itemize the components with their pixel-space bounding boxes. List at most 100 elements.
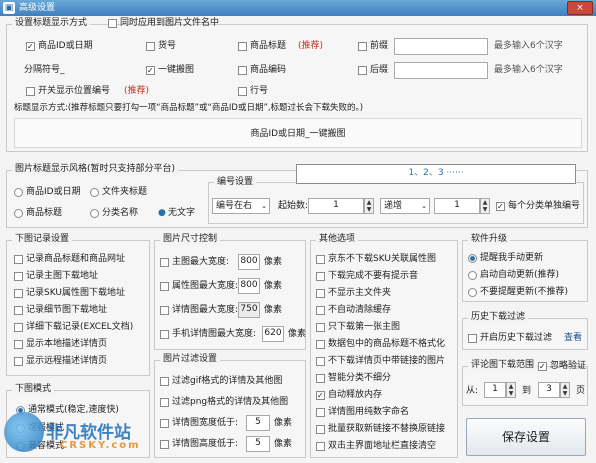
download-log-checkbox[interactable] — [14, 306, 23, 318]
size-unit: 像素 — [288, 329, 307, 339]
other-option-checkbox[interactable] — [316, 425, 325, 437]
step-stepper[interactable]: ▲ ▼ — [480, 198, 490, 214]
filter-unit: 像素 — [274, 439, 293, 449]
position-select[interactable]: 编号在右 ⌄ — [212, 198, 270, 214]
upgrade-opt3-radio[interactable] — [468, 288, 477, 300]
other-option-checkbox[interactable] — [316, 374, 325, 386]
step-select-value: 递增 — [384, 201, 403, 211]
history-filter-checkbox[interactable] — [468, 334, 477, 346]
download-log-checkbox[interactable] — [14, 357, 23, 369]
filter-label: 详情图宽度低于: — [172, 418, 239, 428]
size-input[interactable]: 620 — [262, 326, 284, 342]
switch-pos-checkbox[interactable] — [26, 87, 35, 99]
prefix-input[interactable] — [394, 38, 488, 55]
download-log-checkbox[interactable] — [14, 340, 23, 352]
filter-checkbox[interactable] — [160, 419, 169, 431]
suffix-label: 后缀 — [370, 65, 389, 75]
product-code-label: 商品编码 — [250, 65, 287, 75]
filter-checkbox[interactable] — [160, 398, 169, 410]
download-log-label: 记录商品标题和商品网址 — [26, 254, 126, 264]
size-checkbox[interactable] — [160, 282, 169, 294]
step-select[interactable]: 递增 ⌄ — [380, 198, 430, 214]
download-log-label: 记录SKU属性图下载地址 — [26, 288, 125, 298]
comment-range-title: 评论图下载范围 — [468, 360, 538, 371]
upgrade-opt1-radio[interactable] — [468, 254, 477, 266]
size-input[interactable]: 750 — [238, 302, 260, 318]
item-no-checkbox[interactable] — [146, 42, 155, 54]
style-opt5-selected-dot[interactable]: ● — [158, 208, 166, 219]
download-log-label: 详细下载记录(EXCEL文档) — [26, 322, 134, 332]
other-option-checkbox[interactable] — [316, 306, 325, 318]
upgrade-opt2-radio[interactable] — [468, 271, 477, 283]
other-option-checkbox[interactable] — [316, 323, 325, 335]
close-button[interactable]: × — [567, 1, 593, 15]
to-stepper[interactable]: ▲ ▼ — [560, 382, 570, 398]
suffix-hint: 最多输入6个汉字 — [494, 65, 563, 75]
history-view-link[interactable]: 查看 — [564, 333, 582, 344]
from-input[interactable]: 1 — [484, 382, 506, 398]
size-checkbox[interactable] — [160, 258, 169, 270]
other-option-checkbox[interactable] — [316, 272, 325, 284]
product-code-checkbox[interactable] — [238, 66, 247, 78]
to-input[interactable]: 3 — [538, 382, 560, 398]
filter-unit: 像素 — [274, 418, 293, 428]
size-checkbox[interactable] — [160, 306, 169, 318]
line-no-label: 行号 — [250, 86, 269, 96]
download-log-checkbox[interactable] — [14, 323, 23, 335]
style-opt2-radio[interactable] — [90, 188, 99, 200]
other-option-checkbox[interactable] — [316, 289, 325, 301]
per-category-checkbox[interactable] — [496, 202, 505, 214]
upgrade-opt2-label: 启动自动更新(推荐) — [480, 270, 560, 280]
suffix-checkbox[interactable] — [358, 66, 367, 78]
filter-input[interactable]: 5 — [246, 436, 270, 452]
watermark-sub: CRSKY.com — [60, 440, 141, 451]
suffix-input[interactable] — [394, 62, 488, 79]
other-option-label: 不显示主文件夹 — [328, 288, 392, 298]
start-stepper[interactable]: ▲ ▼ — [364, 198, 374, 214]
other-option-checkbox[interactable] — [316, 391, 325, 403]
size-input[interactable]: 800 — [238, 254, 260, 270]
step-input[interactable]: 1 — [434, 198, 480, 214]
save-button[interactable]: 保存设置 — [466, 418, 586, 456]
download-log-checkbox[interactable] — [14, 272, 23, 284]
download-log-label: 记录主图下载地址 — [26, 271, 99, 281]
style-opt3-label: 商品标题 — [26, 208, 63, 218]
other-option-checkbox[interactable] — [316, 340, 325, 352]
product-title-label: 商品标题 — [250, 41, 287, 51]
title-settings-group-title: 设置标题显示方式 — [12, 18, 91, 29]
size-input[interactable]: 800 — [238, 278, 260, 294]
download-log-checkbox[interactable] — [14, 255, 23, 267]
image-title-style-title: 图片标题显示风格(暂时只支持部分平台) — [12, 164, 179, 175]
prefix-checkbox[interactable] — [358, 42, 367, 54]
product-id-checkbox[interactable] — [26, 42, 35, 54]
style-opt1-radio[interactable] — [14, 188, 23, 200]
start-input[interactable]: 1 — [308, 198, 364, 214]
other-option-checkbox[interactable] — [316, 408, 325, 420]
image-size-title: 图片尺寸控制 — [160, 234, 221, 245]
sync-checkbox[interactable] — [108, 19, 117, 31]
filter-checkbox[interactable] — [160, 377, 169, 389]
size-checkbox[interactable] — [160, 330, 169, 342]
size-label: 属性图最大宽度: — [172, 281, 239, 291]
to-label: 到 — [522, 386, 532, 396]
image-filter-title: 图片过滤设置 — [160, 354, 221, 365]
filter-input[interactable]: 5 — [246, 415, 270, 431]
product-title-checkbox[interactable] — [238, 42, 247, 54]
one-key-checkbox[interactable] — [146, 66, 155, 78]
download-log-label: 显示远程描述详情页 — [26, 356, 108, 366]
style-opt4-radio[interactable] — [90, 209, 99, 221]
style-opt3-radio[interactable] — [14, 209, 23, 221]
recommend-tag: (推荐) — [298, 41, 324, 51]
filter-checkbox[interactable] — [160, 440, 169, 452]
download-log-checkbox[interactable] — [14, 289, 23, 301]
chevron-down-icon: ⌄ — [421, 202, 427, 210]
other-option-checkbox[interactable] — [316, 442, 325, 454]
other-option-checkbox[interactable] — [316, 357, 325, 369]
number-preview: 1、2、3 ······ — [408, 168, 464, 178]
numbering-title: 编号设置 — [214, 177, 257, 188]
app-icon: ▣ — [3, 2, 15, 14]
from-stepper[interactable]: ▲ ▼ — [506, 382, 516, 398]
ignore-verify-checkbox[interactable] — [538, 362, 547, 374]
other-option-checkbox[interactable] — [316, 255, 325, 267]
line-no-checkbox[interactable] — [238, 87, 247, 99]
